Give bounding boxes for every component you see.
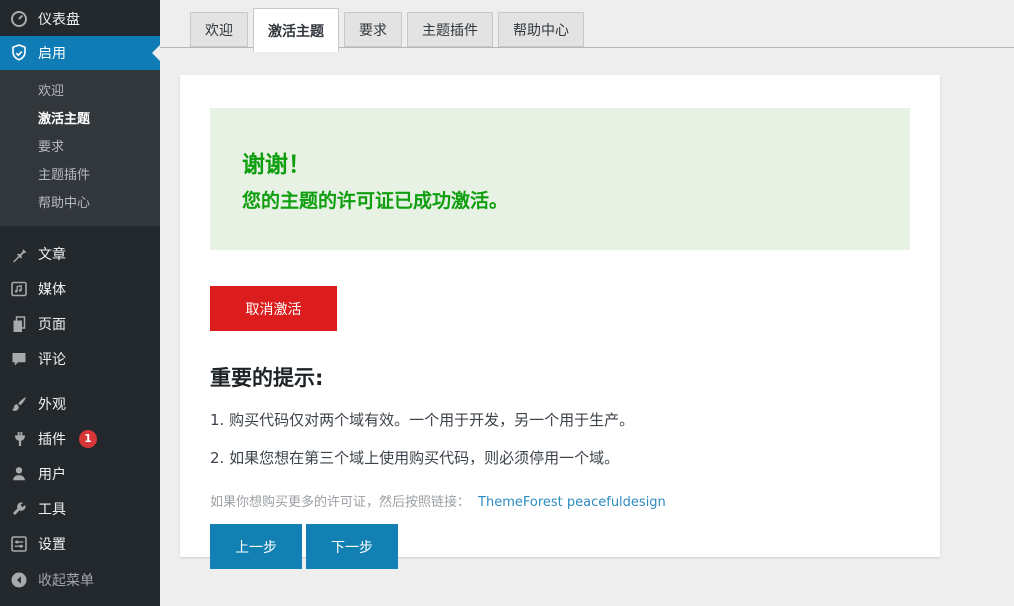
setup-wizard-tabbar: 欢迎 激活主题 要求 主题插件 帮助中心 bbox=[160, 0, 1014, 48]
next-step-button[interactable]: 下一步 bbox=[306, 524, 398, 569]
sidebar-item-posts[interactable]: 文章 bbox=[0, 236, 160, 271]
sidebar-item-settings[interactable]: 设置 bbox=[0, 526, 160, 561]
sidebar-item-tools[interactable]: 工具 bbox=[0, 491, 160, 526]
sidebar-item-comments[interactable]: 评论 bbox=[0, 341, 160, 376]
plugin-icon bbox=[9, 429, 29, 449]
sidebar-item-label: 设置 bbox=[38, 534, 66, 554]
shield-check-icon bbox=[9, 43, 29, 63]
previous-step-button[interactable]: 上一步 bbox=[210, 524, 302, 569]
tab-requirements[interactable]: 要求 bbox=[344, 12, 402, 47]
activation-card: 谢谢！ 您的主题的许可证已成功激活。 取消激活 重要的提示: 1. 购买代码仅对… bbox=[180, 75, 940, 557]
license-note-text: 如果你想购买更多的许可证，然后按照链接： bbox=[210, 495, 470, 510]
important-notes-heading: 重要的提示: bbox=[210, 362, 910, 392]
sidebar-item-label: 收起菜单 bbox=[38, 570, 94, 590]
media-icon bbox=[9, 279, 29, 299]
pages-icon bbox=[9, 314, 29, 334]
tab-welcome[interactable]: 欢迎 bbox=[190, 12, 248, 47]
deactivate-button[interactable]: 取消激活 bbox=[210, 286, 337, 331]
menu-spacer bbox=[0, 376, 160, 386]
note-line-1: 1. 购买代码仅对两个域有效。一个用于开发，另一个用于生产。 bbox=[210, 409, 910, 430]
sidebar-item-users[interactable]: 用户 bbox=[0, 456, 160, 491]
submenu-item-theme-plugins[interactable]: 主题插件 bbox=[0, 162, 160, 190]
sidebar-item-activate[interactable]: 启用 bbox=[0, 36, 160, 70]
wordpress-admin: 仪表盘 启用 欢迎 激活主题 要求 主题插件 帮助中心 文章 媒体 bbox=[0, 0, 1014, 606]
menu-spacer bbox=[0, 226, 160, 236]
sidebar-item-label: 页面 bbox=[38, 314, 66, 334]
wrench-icon bbox=[9, 499, 29, 519]
wizard-nav-buttons: 上一步 下一步 bbox=[210, 524, 910, 569]
sidebar-item-dashboard[interactable]: 仪表盘 bbox=[0, 2, 160, 36]
tab-help-center[interactable]: 帮助中心 bbox=[498, 12, 584, 47]
settings-icon bbox=[9, 534, 29, 554]
sidebar-item-collapse-menu[interactable]: 收起菜单 bbox=[0, 562, 160, 597]
sidebar-item-plugins[interactable]: 插件 1 bbox=[0, 421, 160, 456]
sidebar-item-label: 文章 bbox=[38, 244, 66, 264]
sidebar-item-label: 外观 bbox=[38, 394, 66, 414]
license-note-row: 如果你想购买更多的许可证，然后按照链接： ThemeForest peaceful… bbox=[210, 491, 910, 510]
notice-message: 您的主题的许可证已成功激活。 bbox=[242, 186, 878, 213]
submenu-item-welcome[interactable]: 欢迎 bbox=[0, 78, 160, 106]
submenu-item-activate-theme[interactable]: 激活主题 bbox=[0, 106, 160, 134]
sidebar-item-label: 仪表盘 bbox=[38, 9, 80, 29]
brush-icon bbox=[9, 394, 29, 414]
sidebar-item-label: 工具 bbox=[38, 499, 66, 519]
tab-activate-theme[interactable]: 激活主题 bbox=[253, 8, 339, 52]
sidebar-item-appearance[interactable]: 外观 bbox=[0, 386, 160, 421]
tab-theme-plugins[interactable]: 主题插件 bbox=[407, 12, 493, 47]
note-line-2: 2. 如果您想在第三个域上使用购买代码，则必须停用一个域。 bbox=[210, 447, 910, 468]
comment-icon bbox=[9, 349, 29, 369]
admin-sidebar: 仪表盘 启用 欢迎 激活主题 要求 主题插件 帮助中心 文章 媒体 bbox=[0, 0, 160, 606]
sidebar-item-pages[interactable]: 页面 bbox=[0, 306, 160, 341]
dashboard-icon bbox=[9, 9, 29, 29]
sidebar-item-label: 启用 bbox=[38, 43, 66, 63]
activate-submenu: 欢迎 激活主题 要求 主题插件 帮助中心 bbox=[0, 70, 160, 226]
sidebar-item-media[interactable]: 媒体 bbox=[0, 271, 160, 306]
sidebar-item-label: 插件 bbox=[38, 429, 66, 449]
sidebar-item-label: 用户 bbox=[38, 464, 66, 484]
pin-icon bbox=[9, 244, 29, 264]
plugins-update-badge: 1 bbox=[79, 430, 97, 448]
sidebar-item-label: 评论 bbox=[38, 349, 66, 369]
collapse-arrow-icon bbox=[9, 570, 29, 590]
sidebar-item-label: 媒体 bbox=[38, 279, 66, 299]
notice-title: 谢谢！ bbox=[242, 145, 878, 179]
themeforest-link[interactable]: ThemeForest peacefuldesign bbox=[478, 495, 666, 510]
main-content-area: 欢迎 激活主题 要求 主题插件 帮助中心 谢谢！ 您的主题的许可证已成功激活。 … bbox=[160, 0, 1014, 606]
submenu-item-help-center[interactable]: 帮助中心 bbox=[0, 190, 160, 218]
submenu-item-requirements[interactable]: 要求 bbox=[0, 134, 160, 162]
success-notice: 谢谢！ 您的主题的许可证已成功激活。 bbox=[210, 108, 910, 250]
user-icon bbox=[9, 464, 29, 484]
